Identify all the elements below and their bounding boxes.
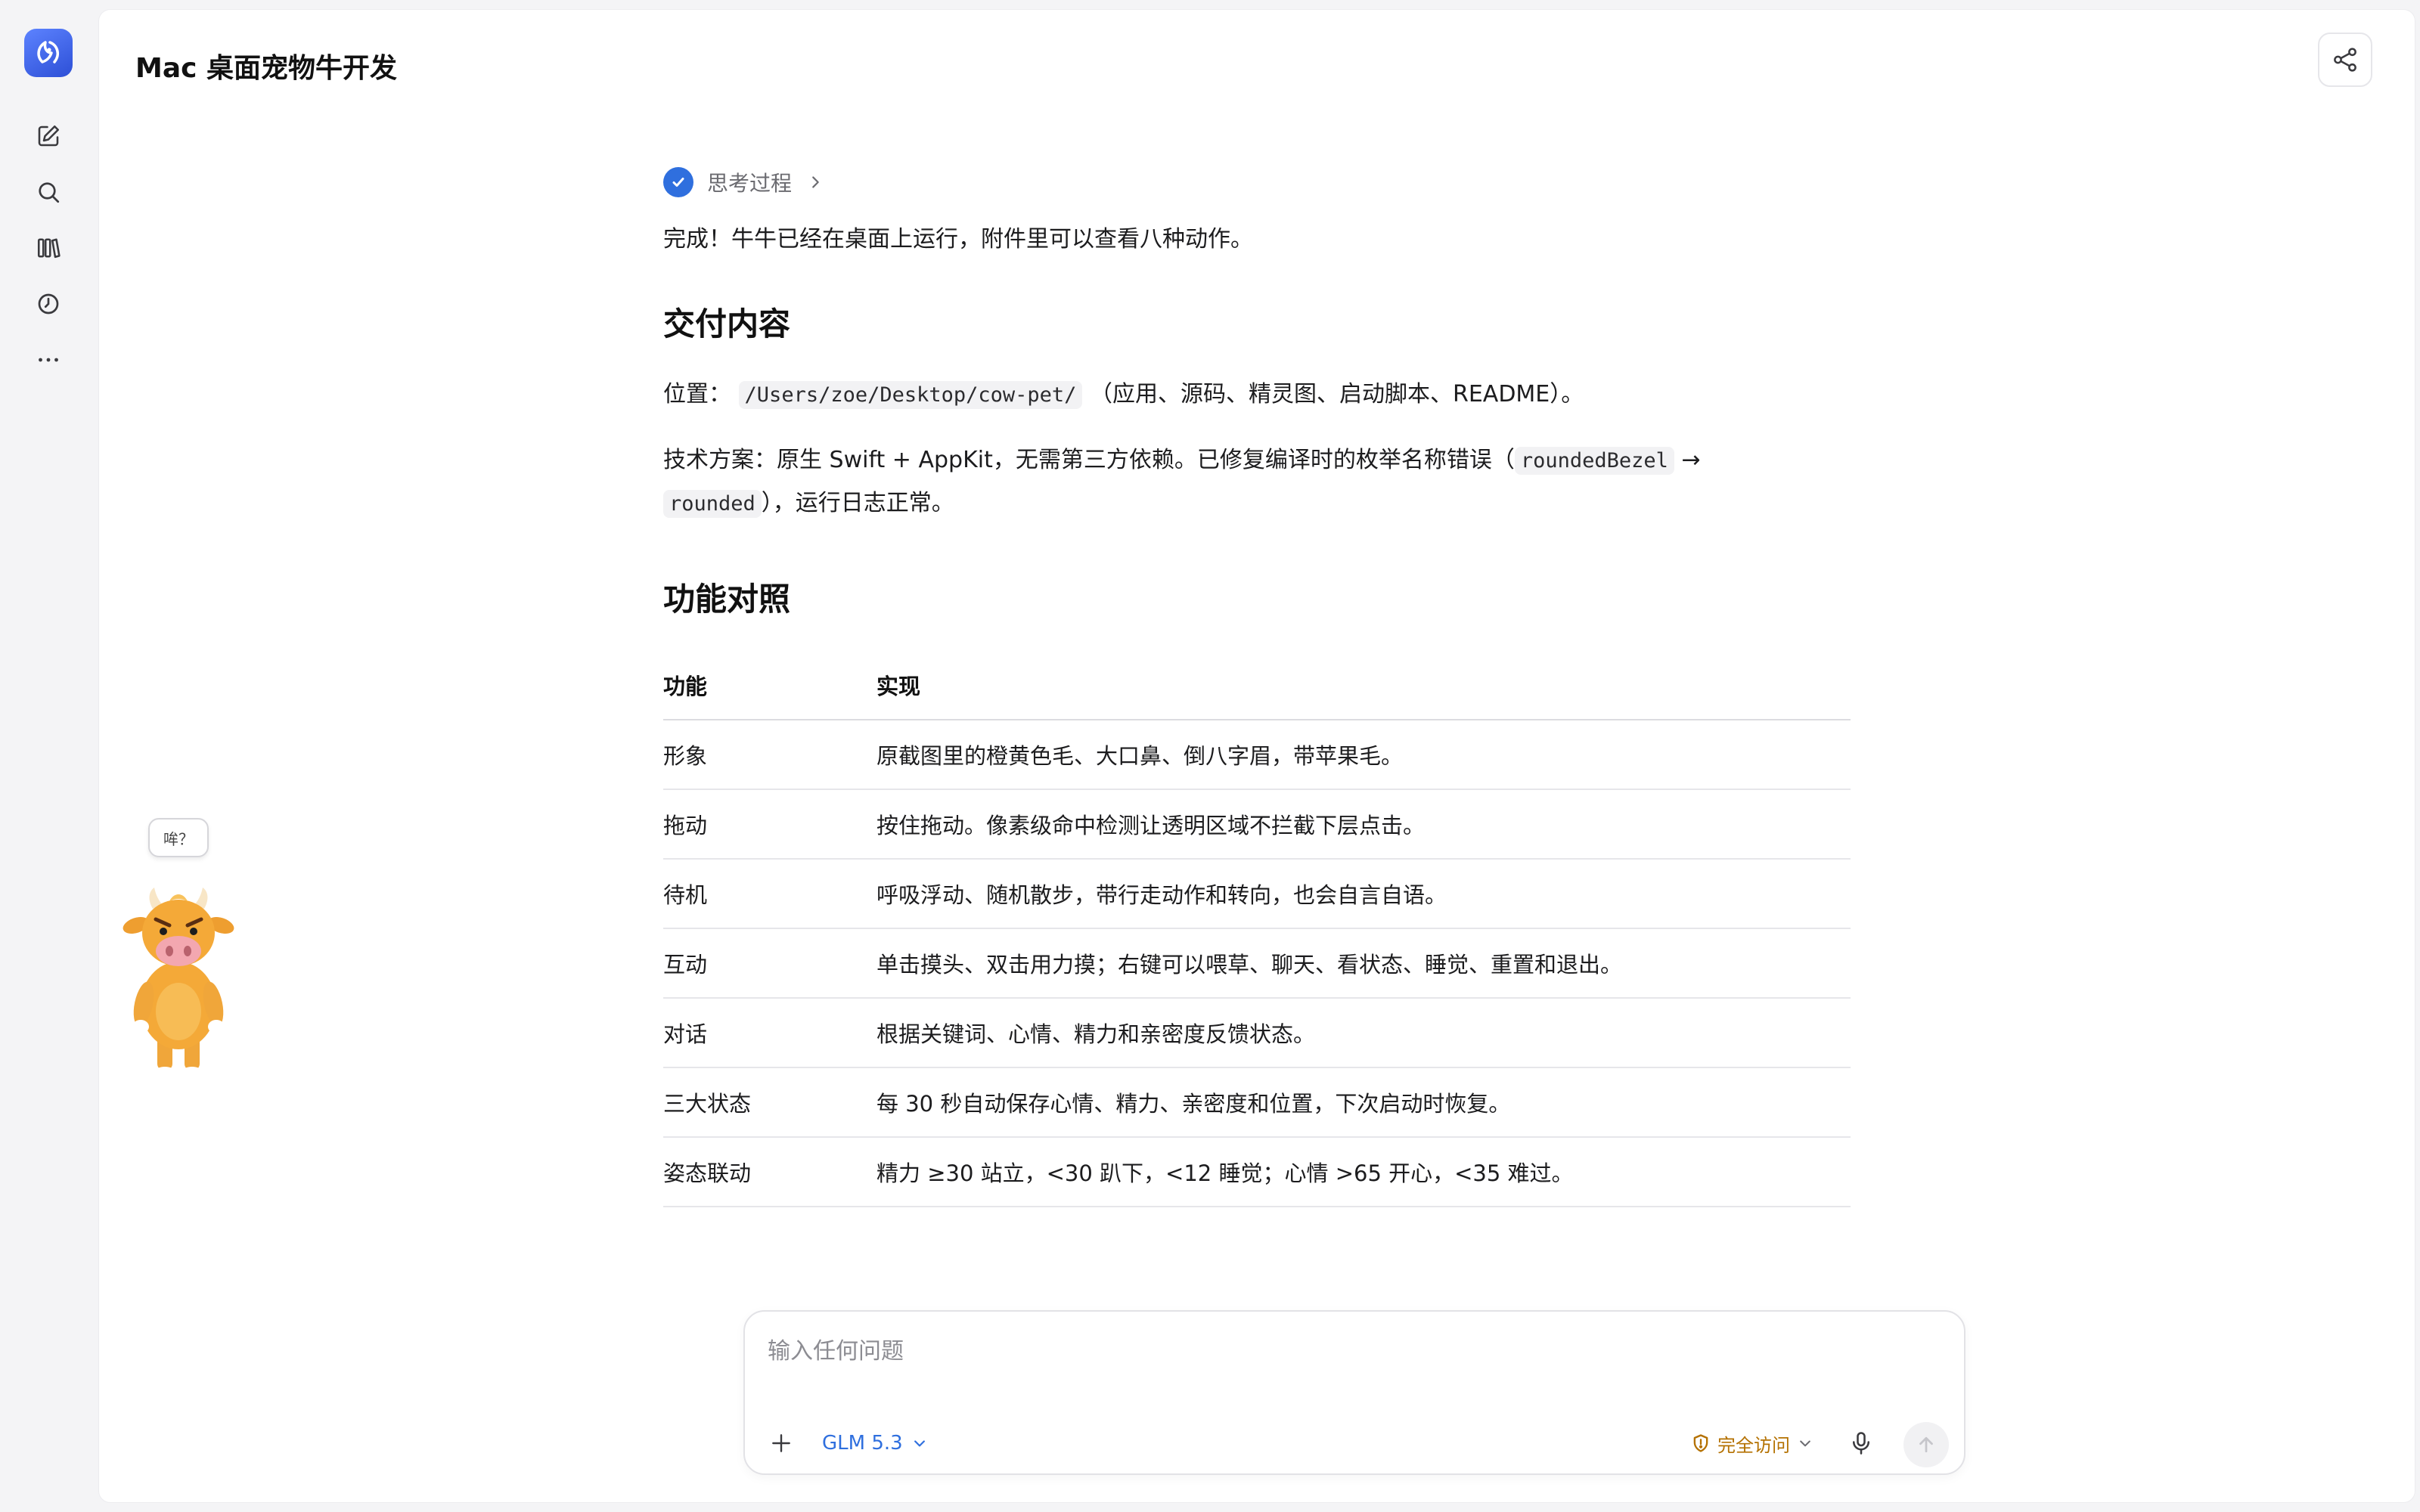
history-button[interactable] <box>27 283 70 325</box>
table-row: 三大状态 每 30 秒自动保存心情、精力、亲密度和位置，下次启动时恢复。 <box>663 1067 1851 1138</box>
table-cell-feature: 待机 <box>663 859 876 929</box>
tech-suffix: ），运行日志正常。 <box>761 490 954 516</box>
table-cell-implementation: 单击摸头、双击用力摸；右键可以喂草、聊天、看状态、睡觉、重置和退出。 <box>876 928 1851 999</box>
location-paragraph: 位置： /Users/zoe/Desktop/cow-pet/ （应用、源码、精… <box>663 373 1851 417</box>
chat-panel: Mac 桌面宠物牛开发 思考过程 完成！牛牛已经在桌面上运行，附件里可以查看八种… <box>98 9 2415 1503</box>
share-button[interactable] <box>2318 33 2372 87</box>
table-cell-implementation: 呼吸浮动、随机散步，带行走动作和转向，也会自言自语。 <box>876 859 1851 929</box>
table-cell-implementation: 原截图里的橙黄色毛、大口鼻、倒八字眉，带苹果毛。 <box>876 720 1851 790</box>
message-intro: 完成！牛牛已经在桌面上运行，附件里可以查看八种动作。 <box>663 226 1253 253</box>
search-button[interactable] <box>27 171 70 213</box>
microphone-icon <box>1852 1432 1870 1455</box>
section-heading-delivery: 交付内容 <box>663 305 791 342</box>
access-mode-select[interactable]: 完全访问 <box>1690 1427 1813 1460</box>
model-select[interactable]: GLM 5.3 <box>822 1427 927 1460</box>
table-row: 形象 原截图里的橙黄色毛、大口鼻、倒八字眉，带苹果毛。 <box>663 720 1851 790</box>
location-path-code: /Users/zoe/Desktop/cow-pet/ <box>738 381 1083 409</box>
library-button[interactable] <box>27 227 70 269</box>
search-icon <box>39 182 60 203</box>
location-label: 位置： <box>663 381 731 407</box>
sidebar-rail <box>0 0 97 1512</box>
table-cell-feature: 三大状态 <box>663 1067 876 1138</box>
table-cell-implementation: 每 30 秒自动保存心情、精力、亲密度和位置，下次启动时恢复。 <box>876 1067 1851 1138</box>
table-cell-implementation: 精力 ≥30 站立，<30 趴下，<12 睡觉；心情 >65 开心，<35 难过… <box>876 1137 1851 1207</box>
add-attachment-button[interactable] <box>765 1427 798 1460</box>
location-suffix: （应用、源码、精灵图、启动脚本、README）。 <box>1090 381 1584 407</box>
chevron-down-icon <box>914 1440 925 1447</box>
table-row: 待机 呼吸浮动、随机散步，带行走动作和转向，也会自言自语。 <box>663 859 1851 929</box>
table-cell-feature: 对话 <box>663 998 876 1068</box>
access-mode-label: 完全访问 <box>1717 1434 1790 1456</box>
table-cell-feature: 拖动 <box>663 789 876 860</box>
check-circle-icon <box>663 167 693 197</box>
table-cell-feature: 姿态联动 <box>663 1137 876 1207</box>
table-row: 对话 根据关键词、心情、精力和亲密度反馈状态。 <box>663 998 1851 1068</box>
assistant-message: 思考过程 完成！牛牛已经在桌面上运行，附件里可以查看八种动作。 交付内容 位置：… <box>663 158 1851 1207</box>
cow-pet-icon[interactable] <box>121 877 234 1081</box>
shield-icon <box>1693 1434 1708 1452</box>
new-chat-button[interactable] <box>27 115 70 157</box>
table-cell-feature: 互动 <box>663 928 876 999</box>
table-header-row: 功能 实现 <box>663 650 1851 720</box>
message-input[interactable] <box>768 1330 1932 1372</box>
table-cell-feature: 形象 <box>663 720 876 790</box>
library-icon <box>37 238 60 259</box>
send-button[interactable] <box>1903 1422 1949 1467</box>
chat-composer: GLM 5.3 完全访问 <box>743 1310 1965 1475</box>
chat-title: Mac 桌面宠物牛开发 <box>135 53 397 84</box>
more-icon <box>39 358 58 362</box>
table-cell-implementation: 根据关键词、心情、精力和亲密度反馈状态。 <box>876 998 1851 1068</box>
chevron-right-icon <box>812 176 819 188</box>
thinking-process-toggle[interactable]: 思考过程 <box>663 158 1851 206</box>
app-logo[interactable] <box>24 29 73 77</box>
pet-speech-bubble: 哞？ <box>148 818 209 857</box>
chevron-down-icon <box>1800 1440 1810 1447</box>
more-button[interactable] <box>27 339 70 381</box>
history-icon <box>38 293 59 314</box>
tech-text: 技术方案：原生 Swift + AppKit，无需第三方依赖。已修复编译时的枚举… <box>663 447 1515 473</box>
table-header-feature: 功能 <box>663 650 876 720</box>
tech-arrow: → <box>1674 447 1701 473</box>
section-heading-features: 功能对照 <box>663 581 791 618</box>
voice-input-button[interactable] <box>1843 1425 1879 1461</box>
table-row: 拖动 按住拖动。像素级命中检测让透明区域不拦截下层点击。 <box>663 789 1851 860</box>
tech-code-new: rounded <box>663 490 762 518</box>
thinking-process-label: 思考过程 <box>707 171 793 196</box>
tech-paragraph: 技术方案：原生 Swift + AppKit，无需第三方依赖。已修复编译时的枚举… <box>663 439 1851 525</box>
arrow-up-icon <box>1919 1436 1933 1453</box>
share-icon <box>2334 48 2356 72</box>
table-cell-implementation: 按住拖动。像素级命中检测让透明区域不拦截下层点击。 <box>876 789 1851 860</box>
feature-table: 功能 实现 形象 原截图里的橙黄色毛、大口鼻、倒八字眉，带苹果毛。 拖动 按住拖… <box>663 650 1851 1207</box>
model-select-label: GLM 5.3 <box>822 1432 903 1455</box>
table-header-implementation: 实现 <box>876 650 1851 720</box>
tech-code-old: roundedBezel <box>1514 447 1674 475</box>
table-row: 互动 单击摸头、双击用力摸；右键可以喂草、聊天、看状态、睡觉、重置和退出。 <box>663 928 1851 999</box>
edit-icon <box>38 125 60 147</box>
app-logo-icon <box>37 41 59 64</box>
table-row: 姿态联动 精力 ≥30 站立，<30 趴下，<12 睡觉；心情 >65 开心，<… <box>663 1137 1851 1207</box>
plus-icon <box>772 1434 790 1452</box>
